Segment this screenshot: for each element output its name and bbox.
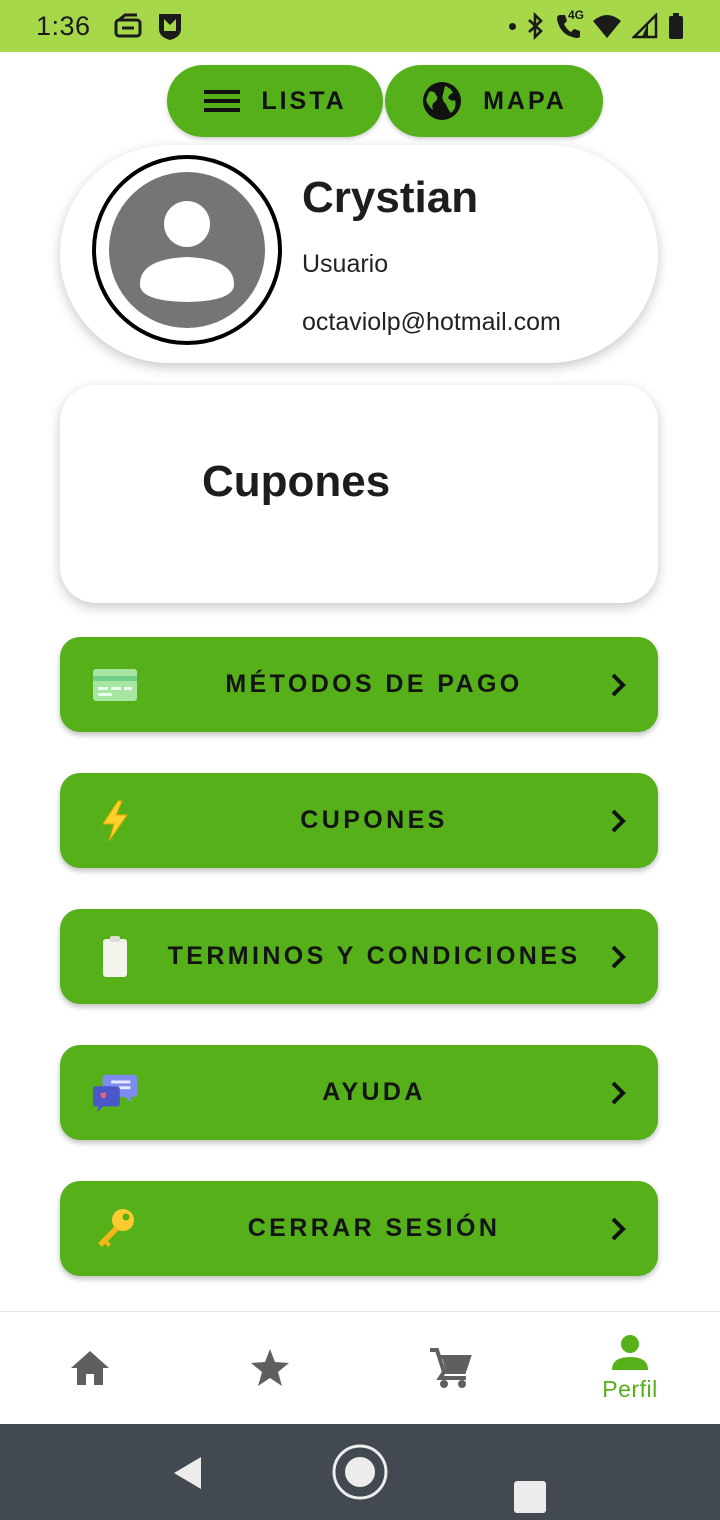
credit-card-icon xyxy=(92,663,138,707)
coupons-card[interactable]: Cupones xyxy=(60,385,658,603)
chat-bubbles-icon xyxy=(92,1071,138,1115)
status-time: 1:36 xyxy=(36,10,91,41)
payment-methods-label: MÉTODOS DE PAGO xyxy=(225,670,523,698)
nav-home[interactable] xyxy=(0,1312,180,1424)
recents-icon[interactable] xyxy=(513,1480,547,1514)
payment-methods-button[interactable]: MÉTODOS DE PAGO xyxy=(60,637,658,732)
lightning-icon xyxy=(92,799,138,843)
battery-icon xyxy=(669,13,683,39)
help-label: AYUDA xyxy=(322,1078,426,1106)
chevron-right-icon xyxy=(611,809,626,833)
chevron-right-icon xyxy=(611,1081,626,1105)
back-icon[interactable] xyxy=(171,1455,205,1491)
terms-label: TERMINOS Y CONDICIONES xyxy=(167,942,581,970)
bottom-navigation: Perfil xyxy=(0,1311,720,1424)
star-icon xyxy=(251,1349,289,1386)
mapa-label: MAPA xyxy=(483,86,567,115)
avatar[interactable] xyxy=(92,155,282,345)
chevron-right-icon xyxy=(611,1217,626,1241)
key-icon xyxy=(92,1207,138,1251)
nav-profile[interactable]: Perfil xyxy=(540,1312,720,1424)
home-icon xyxy=(71,1351,109,1385)
coupons-button[interactable]: CUPONES xyxy=(60,773,658,868)
terms-button[interactable]: TERMINOS Y CONDICIONES xyxy=(60,909,658,1004)
lista-label: LISTA xyxy=(261,86,347,115)
wifi-icon xyxy=(593,15,621,38)
help-button[interactable]: AYUDA xyxy=(60,1045,658,1140)
nav-favorites[interactable] xyxy=(180,1312,360,1424)
home-button-icon[interactable] xyxy=(330,1442,390,1502)
account-circle-icon xyxy=(109,172,265,328)
bluetooth-icon xyxy=(528,12,543,40)
nav-cart[interactable] xyxy=(360,1312,540,1424)
mapa-button[interactable]: MAPA xyxy=(385,65,603,137)
view-toggle: LISTA MAPA xyxy=(167,65,603,137)
profile-email: octaviolp@hotmail.com xyxy=(302,308,561,336)
dot-icon xyxy=(509,22,516,30)
menu-icon xyxy=(204,90,241,112)
profile-name: Crystian xyxy=(302,173,479,222)
status-notification-icons xyxy=(113,11,183,41)
clipboard-icon xyxy=(92,935,138,979)
signal-icon xyxy=(632,13,658,39)
logout-label: CERRAR SESIÓN xyxy=(247,1214,501,1242)
status-bar: 1:36 4G xyxy=(0,0,720,52)
profile-card: Crystian Usuario octaviolp@hotmail.com xyxy=(60,145,658,363)
call-network-indicator: 4G xyxy=(554,8,584,40)
logout-button[interactable]: CERRAR SESIÓN xyxy=(60,1181,658,1276)
chevron-right-icon xyxy=(611,673,626,697)
network-type: 4G xyxy=(568,8,585,22)
notification-app-icon xyxy=(114,13,142,38)
cart-icon xyxy=(430,1348,472,1388)
chevron-right-icon xyxy=(611,945,626,969)
shield-icon xyxy=(158,14,181,40)
globe-icon xyxy=(423,82,462,120)
lista-button[interactable]: LISTA xyxy=(167,65,383,137)
coupons-label: CUPONES xyxy=(300,806,448,834)
nav-profile-label: Perfil xyxy=(602,1375,658,1402)
coupons-card-title: Cupones xyxy=(202,457,391,506)
status-system-icons: 4G xyxy=(509,8,684,40)
system-navigation-bar xyxy=(0,1424,720,1520)
person-icon xyxy=(612,1334,648,1370)
profile-role: Usuario xyxy=(302,250,389,278)
